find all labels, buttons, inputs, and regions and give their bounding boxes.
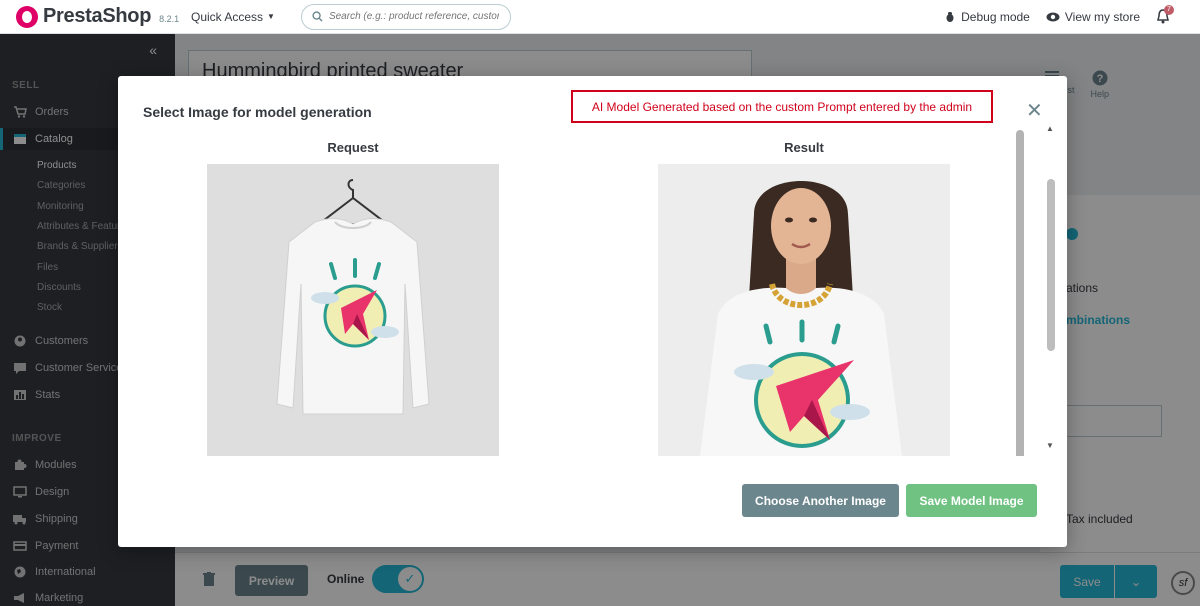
search-input[interactable]	[328, 11, 499, 22]
request-heading: Request	[327, 140, 379, 155]
result-image[interactable]	[658, 164, 950, 456]
content-scroll-indicator	[1016, 130, 1024, 456]
bug-icon	[946, 11, 954, 22]
modal-title: Select Image for model generation	[143, 104, 372, 120]
scroll-down-icon[interactable]: ▼	[1046, 441, 1054, 450]
prestashop-logo-icon	[16, 5, 38, 28]
caret-down-icon: ▼	[267, 12, 275, 21]
close-icon[interactable]: ✕	[1026, 98, 1043, 123]
notifications-button[interactable]: 7	[1156, 5, 1174, 24]
modal-scrollbar-thumb[interactable]	[1047, 179, 1055, 351]
notification-badge: 7	[1164, 5, 1174, 15]
search-icon	[312, 11, 323, 22]
ai-notice-banner: AI Model Generated based on the custom P…	[571, 90, 993, 123]
view-store-label: View my store	[1064, 9, 1140, 24]
top-bar: PrestaShop 8.2.1 Quick Access ▼ Debug mo…	[0, 0, 1200, 34]
save-model-image-button[interactable]: Save Model Image	[906, 484, 1037, 517]
scroll-up-icon[interactable]: ▲	[1046, 124, 1054, 133]
brand-name: PrestaShop	[43, 5, 152, 27]
logo[interactable]: PrestaShop 8.2.1	[16, 5, 186, 28]
eye-icon	[1046, 12, 1060, 21]
version-label: 8.2.1	[159, 13, 180, 24]
choose-another-image-button[interactable]: Choose Another Image	[742, 484, 899, 517]
model-generation-modal: Select Image for model generation AI Mod…	[118, 76, 1067, 547]
request-image[interactable]	[207, 164, 499, 456]
quick-access-label: Quick Access	[191, 9, 264, 24]
result-heading: Result	[784, 140, 824, 155]
quick-access-dropdown[interactable]: Quick Access ▼	[191, 10, 275, 24]
search-box[interactable]	[300, 3, 511, 30]
debug-mode-link[interactable]: Debug mode	[944, 10, 1030, 24]
debug-mode-label: Debug mode	[961, 9, 1030, 24]
view-store-link[interactable]: View my store	[1046, 10, 1140, 24]
